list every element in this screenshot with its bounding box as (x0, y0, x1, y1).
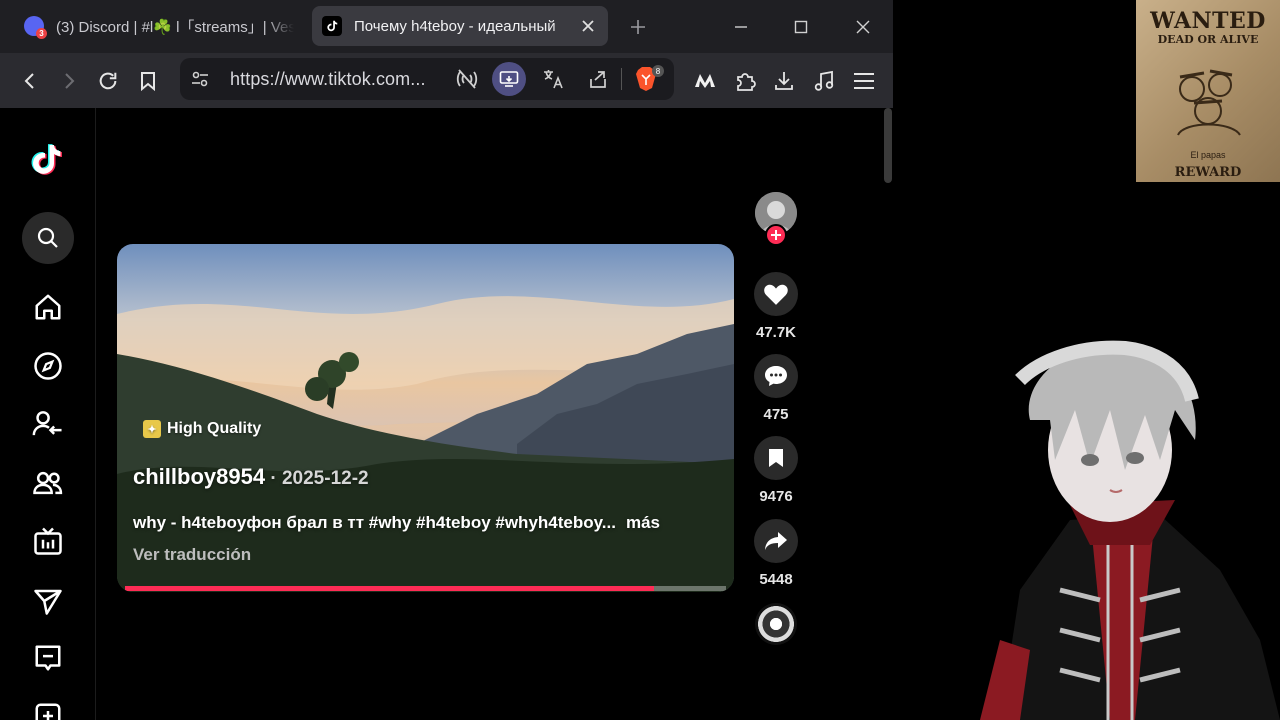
vtuber-avatar (980, 340, 1280, 720)
tab-title: (3) Discord | #l☘️ l「streams」| Vesper (56, 18, 294, 36)
follow-plus-icon[interactable] (765, 224, 787, 246)
tab-title: Почему h4teboy - идеальный (354, 17, 556, 35)
share-button[interactable] (754, 519, 798, 563)
tracking-off-icon[interactable] (455, 68, 479, 95)
forward-icon[interactable] (54, 66, 84, 96)
close-tab-icon[interactable] (578, 16, 598, 36)
progress-fill (125, 586, 654, 591)
share-arrow-icon (765, 532, 787, 550)
video-progress-bar[interactable] (125, 586, 726, 591)
tab-tiktok[interactable]: Почему h4teboy - идеальный (312, 6, 608, 46)
comment-count: 475 (763, 406, 789, 423)
heart-icon (764, 284, 788, 305)
share-icon[interactable] (587, 68, 609, 95)
tiktok-favicon-icon (322, 16, 342, 36)
reload-icon[interactable] (93, 66, 123, 96)
downloads-icon[interactable] (769, 66, 799, 96)
explore-compass-icon[interactable] (28, 346, 68, 386)
wanted-reward: REWARD (1174, 165, 1242, 180)
messages-send-icon[interactable] (28, 581, 68, 621)
tab-discord[interactable]: 3 (3) Discord | #l☘️ l「streams」| Vesper (14, 6, 304, 46)
video-description: why - h4teboyфон брал в тт #why #h4teboy… (133, 513, 660, 533)
video-player[interactable]: ✦ High Quality chillboy8954 · 2025-12-2 … (117, 244, 734, 592)
wanted-name: El papas (1190, 150, 1226, 160)
save-button[interactable] (754, 436, 798, 480)
brave-counter-badge: 8 (652, 65, 664, 77)
high-quality-badge[interactable]: ✦ High Quality (143, 420, 261, 438)
media-music-icon[interactable] (809, 66, 839, 96)
divider (621, 68, 622, 90)
wanted-title: WANTED (1150, 8, 1266, 34)
wanted-subtitle: DEAD OR ALIVE (1157, 33, 1259, 46)
leo-ai-icon[interactable] (690, 66, 720, 96)
landscape-thumbnail (117, 296, 734, 592)
maximize-icon[interactable] (787, 13, 815, 41)
upload-icon[interactable] (28, 696, 68, 720)
like-button[interactable] (754, 272, 798, 316)
browser-window: 3 (3) Discord | #l☘️ l「streams」| Vesper … (0, 0, 893, 720)
unread-badge: 3 (36, 28, 47, 39)
discord-favicon-icon: 3 (24, 16, 47, 39)
author-name[interactable]: chillboy8954 (133, 464, 265, 489)
address-bar[interactable]: https://www.tiktok.com... (180, 58, 674, 100)
tab-bar: 3 (3) Discord | #l☘️ l「streams」| Vesper … (0, 0, 893, 53)
bookmark-icon (769, 449, 783, 467)
following-icon[interactable] (28, 404, 68, 444)
home-icon[interactable] (28, 287, 68, 327)
more-link[interactable]: más (626, 513, 660, 532)
menu-icon[interactable] (849, 66, 879, 96)
page-scrollbar[interactable] (884, 108, 892, 183)
live-tv-icon[interactable] (28, 521, 68, 561)
comment-button[interactable] (754, 354, 798, 398)
sparkle-icon: ✦ (143, 420, 161, 438)
search-button[interactable] (22, 212, 74, 264)
friends-icon[interactable] (28, 463, 68, 503)
share-count: 5448 (759, 571, 793, 588)
browser-toolbar: https://www.tiktok.com... 8 (0, 53, 893, 108)
post-date: 2025-12-2 (281, 468, 369, 489)
save-count: 9476 (759, 488, 793, 505)
url-text[interactable]: https://www.tiktok.com... (230, 69, 426, 90)
like-count: 47.7K (755, 324, 797, 341)
tiktok-logo-icon[interactable] (28, 140, 68, 180)
close-window-icon[interactable] (849, 13, 877, 41)
translate-icon[interactable] (542, 68, 564, 95)
wanted-poster: WANTED DEAD OR ALIVE El papas REWARD (1136, 0, 1280, 182)
translate-link[interactable]: Ver traducción (133, 545, 251, 565)
sketch-drawing-icon (1177, 69, 1241, 136)
tiktok-sidebar (0, 108, 96, 720)
quality-label: High Quality (167, 420, 262, 437)
extensions-icon[interactable] (730, 66, 760, 96)
new-tab-icon[interactable] (624, 13, 652, 41)
description-text: why - h4teboyфон брал в тт #why #h4teboy… (133, 513, 616, 532)
back-icon[interactable] (15, 66, 45, 96)
comment-icon (765, 366, 787, 386)
site-settings-icon[interactable] (190, 69, 210, 94)
inbox-icon[interactable] (28, 638, 68, 678)
bookmark-icon[interactable] (133, 66, 163, 96)
search-icon (37, 227, 58, 248)
author-line: chillboy8954 · 2025-12-2 (133, 464, 369, 490)
separator: · (265, 468, 282, 489)
music-disc-icon[interactable] (755, 603, 797, 645)
minimize-icon[interactable] (727, 13, 755, 41)
cast-button[interactable] (492, 62, 526, 96)
